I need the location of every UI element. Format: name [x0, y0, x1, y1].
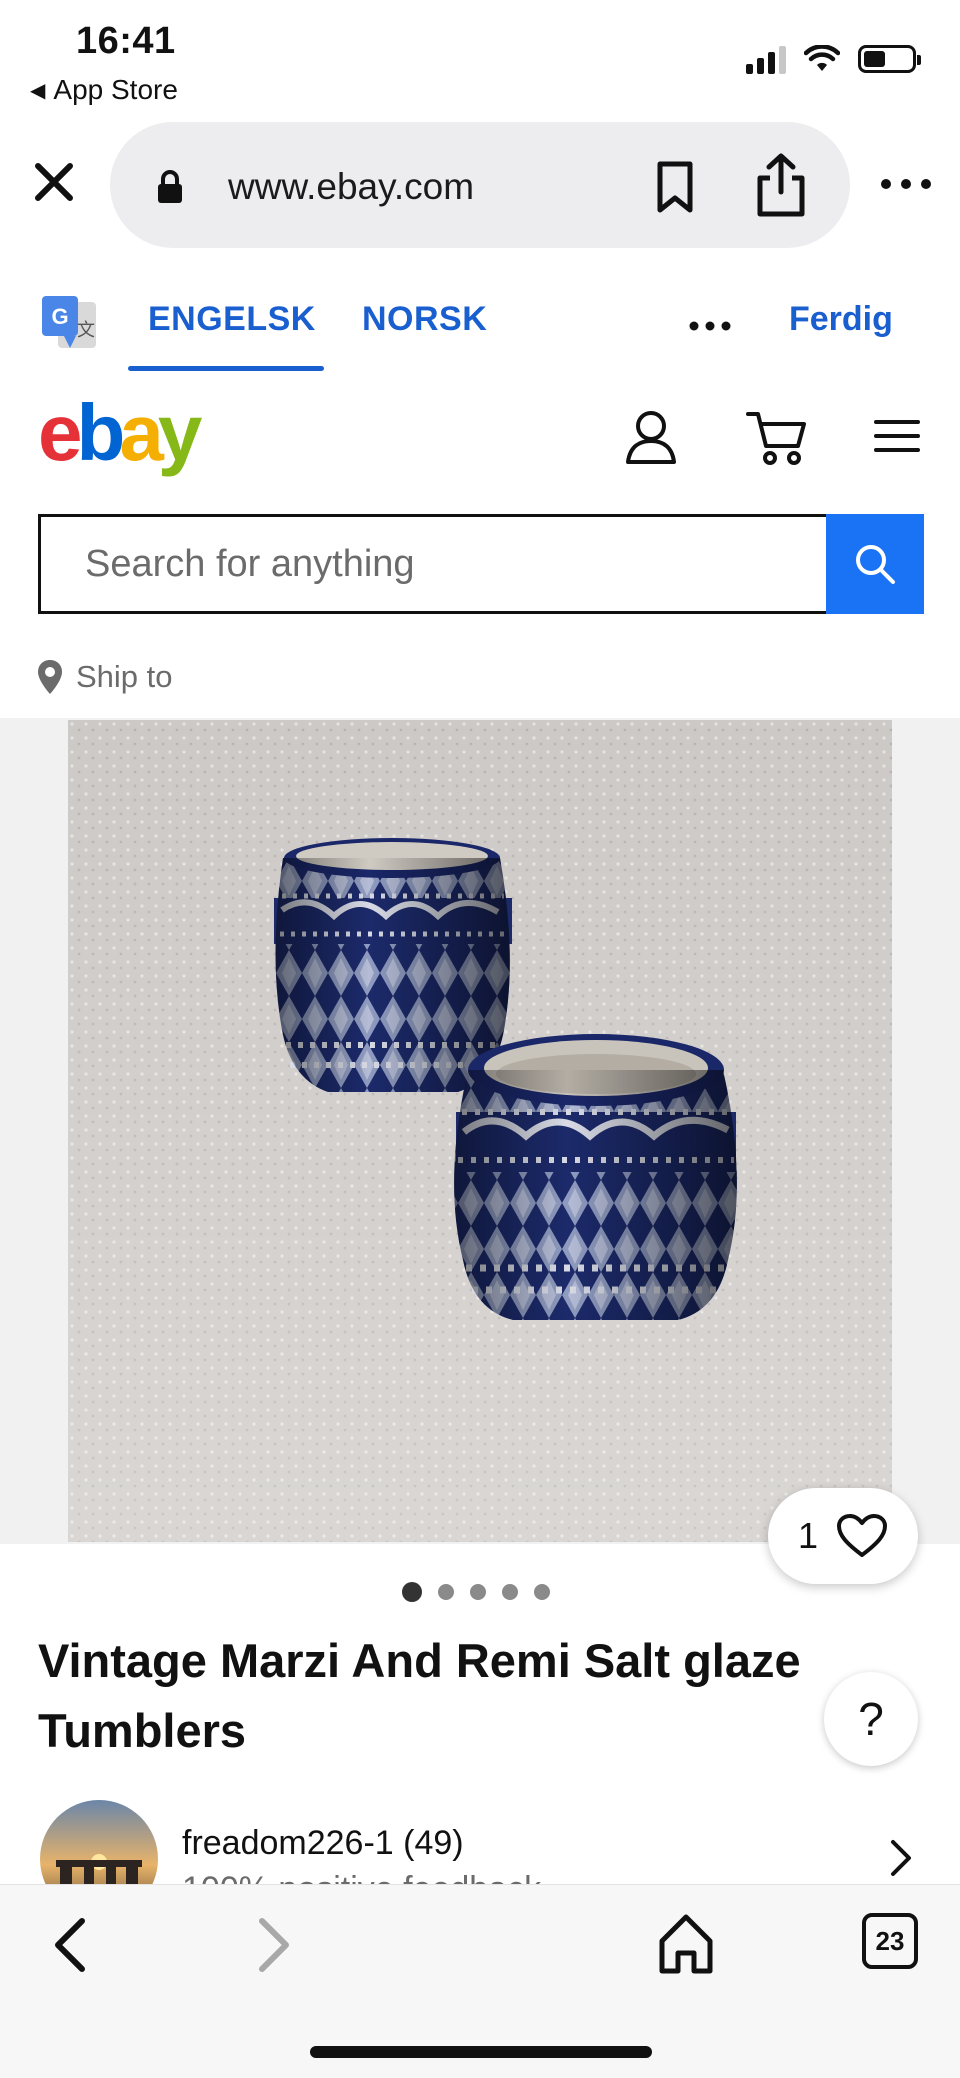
account-icon[interactable]: [624, 408, 678, 466]
menu-icon[interactable]: [874, 418, 920, 454]
lock-icon: [158, 170, 182, 203]
svg-text:文: 文: [77, 320, 95, 341]
search-field[interactable]: [38, 514, 826, 614]
image-gallery[interactable]: [0, 718, 960, 1544]
search-button[interactable]: [826, 514, 924, 614]
pagination-dot[interactable]: [470, 1584, 486, 1600]
watch-button[interactable]: 1: [768, 1488, 918, 1584]
address-bar[interactable]: www.ebay.com: [110, 122, 850, 248]
product-photo[interactable]: [68, 720, 892, 1542]
translate-bar: G 文 ENGELSK NORSK Ferdig: [0, 282, 960, 372]
svg-text:G: G: [51, 304, 68, 329]
back-icon[interactable]: [50, 1915, 90, 1975]
ebay-logo[interactable]: ebay: [38, 388, 202, 478]
back-to-app-link[interactable]: ◀ App Store: [30, 74, 178, 106]
url-text: www.ebay.com: [228, 166, 475, 207]
help-button[interactable]: ?: [824, 1672, 918, 1766]
status-bar: 16:41 ◀ App Store: [0, 0, 960, 112]
back-app-label: App Store: [53, 74, 178, 105]
ebay-header: ebay: [0, 388, 960, 488]
listing-title: Vintage Marzi And Remi Salt glaze Tumble…: [38, 1634, 801, 1757]
translate-done-button[interactable]: Ferdig: [789, 300, 893, 339]
forward-icon[interactable]: [254, 1915, 294, 1975]
watch-count: 1: [797, 1515, 819, 1556]
seller-row[interactable]: freadom226-1 (49) 100% positive feedback: [0, 1798, 960, 1884]
search-input[interactable]: [41, 517, 826, 611]
battery-icon: [858, 45, 921, 73]
back-triangle-icon: ◀: [30, 79, 46, 102]
bookmark-icon[interactable]: [650, 160, 700, 214]
home-icon[interactable]: [658, 1913, 714, 1975]
search-icon: [856, 545, 895, 584]
tabs-button[interactable]: 23: [862, 1913, 918, 1969]
status-icons: [746, 44, 921, 74]
wifi-icon: [804, 45, 840, 71]
tab-norwegian[interactable]: NORSK: [362, 300, 487, 339]
active-tab-indicator: [128, 366, 324, 371]
image-pagination[interactable]: [402, 1582, 550, 1602]
cart-icon[interactable]: [746, 408, 808, 466]
pagination-dot[interactable]: [402, 1582, 422, 1602]
share-icon[interactable]: [752, 152, 810, 218]
cellular-signal-icon: [746, 44, 786, 74]
ship-to-label: Ship to: [76, 659, 173, 694]
ship-to-link[interactable]: Ship to: [36, 658, 173, 696]
heart-icon: [837, 1514, 888, 1557]
pagination-dot[interactable]: [502, 1584, 518, 1600]
google-translate-icon: G 文: [42, 296, 96, 348]
seller-name[interactable]: freadom226-1 (49): [182, 1824, 464, 1863]
close-icon[interactable]: [30, 158, 78, 206]
pagination-dot[interactable]: [438, 1584, 454, 1600]
seller-feedback: 100% positive feedback: [182, 1870, 541, 1884]
home-indicator: [310, 2046, 652, 2058]
seller-avatar: [40, 1800, 158, 1884]
tab-english[interactable]: ENGELSK: [148, 300, 316, 339]
pagination-dot[interactable]: [534, 1584, 550, 1600]
translate-more-icon[interactable]: [688, 320, 732, 332]
chevron-right-icon[interactable]: [888, 1838, 914, 1878]
more-icon[interactable]: [876, 174, 936, 194]
location-pin-icon: [38, 660, 62, 694]
browser-address-row: www.ebay.com: [0, 118, 960, 250]
status-time: 16:41: [76, 20, 176, 62]
